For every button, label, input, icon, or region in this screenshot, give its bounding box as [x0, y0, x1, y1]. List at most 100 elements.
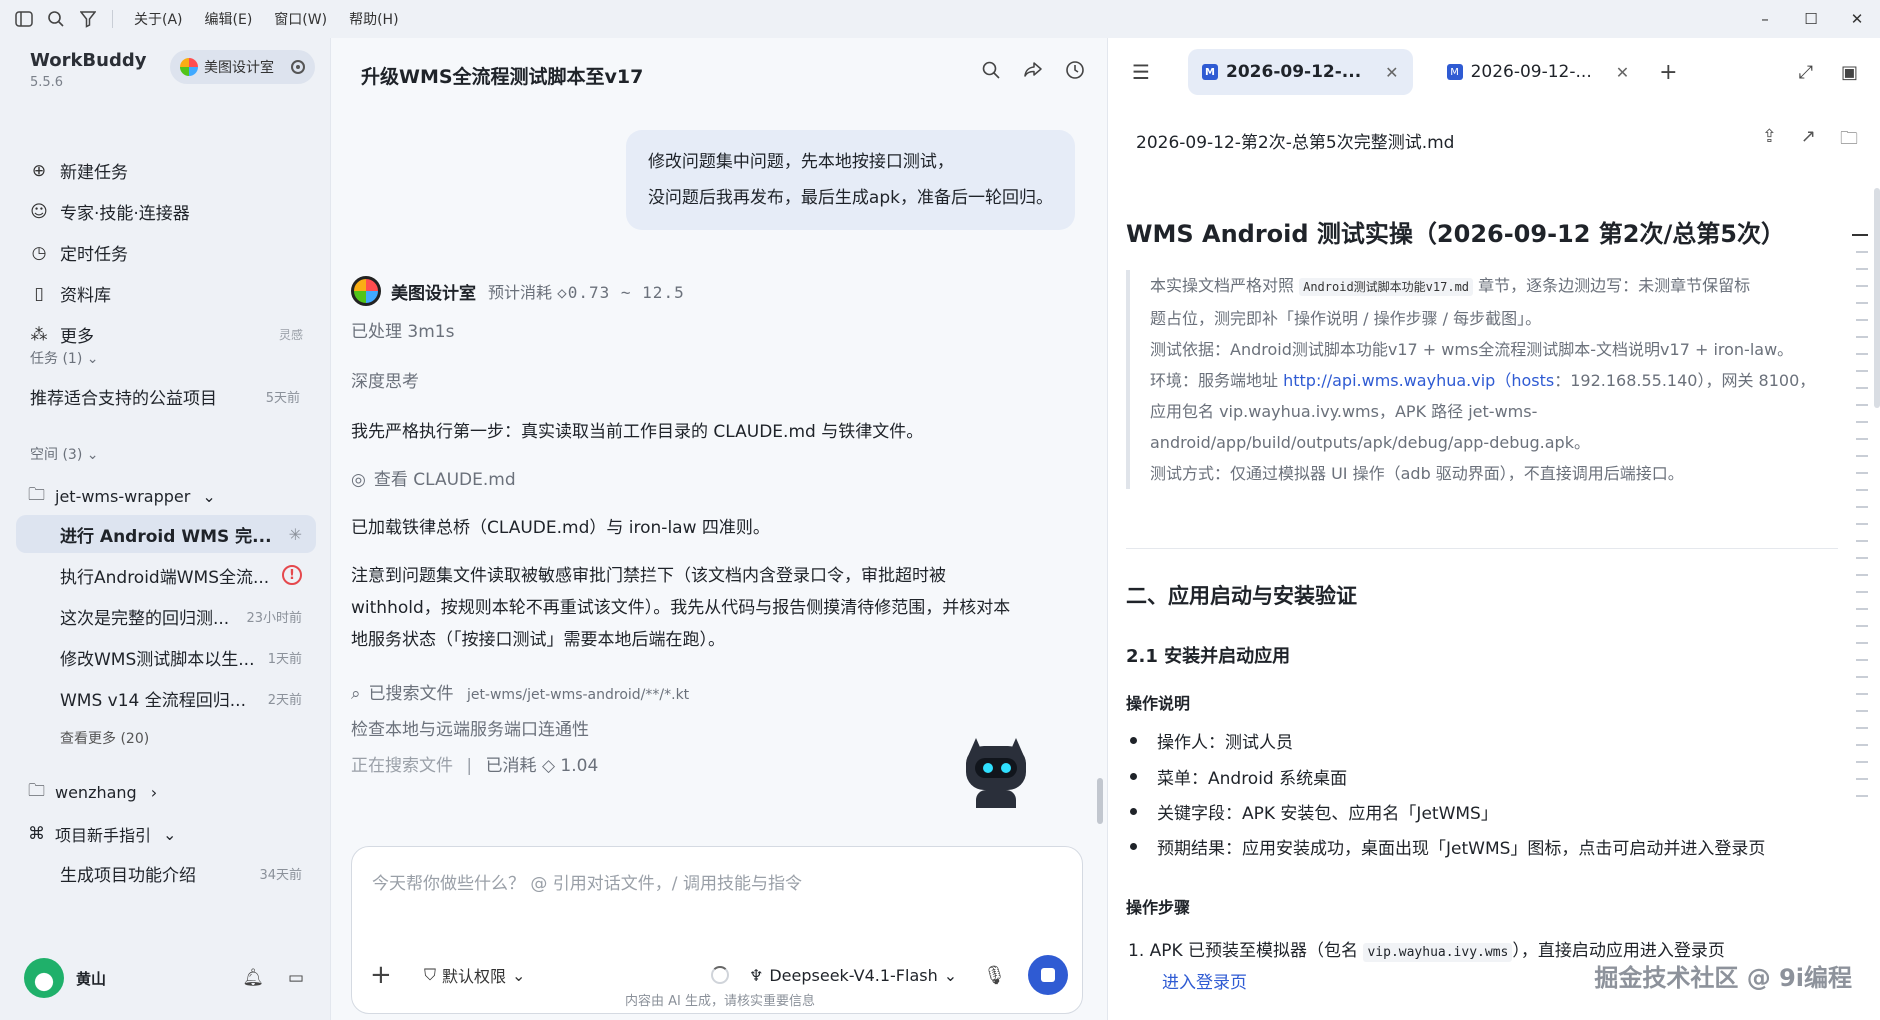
minimap-tick[interactable]	[1856, 472, 1868, 474]
login-page-link[interactable]: 进入登录页	[1162, 968, 1247, 993]
stop-button[interactable]	[1028, 955, 1068, 995]
filter-icon[interactable]	[78, 9, 98, 29]
folder-icon[interactable]: 🗀	[1840, 126, 1858, 156]
menu-window[interactable]: 窗口(W)	[274, 9, 327, 29]
tasks-header[interactable]: 任务 (1) ⌄	[30, 348, 98, 368]
menu-about[interactable]: 关于(A)	[134, 9, 183, 29]
expand-icon[interactable]: ⤢	[1799, 62, 1813, 83]
space-name: jet-wms-wrapper	[55, 487, 191, 506]
bell-icon[interactable]: 🔔︎	[242, 968, 264, 988]
minimap-tick[interactable]	[1856, 455, 1868, 457]
minimap-tick[interactable]	[1856, 438, 1868, 440]
minimap-tick[interactable]	[1856, 489, 1868, 491]
minimap-tick[interactable]	[1856, 727, 1868, 729]
minimap-tick[interactable]	[1856, 353, 1868, 355]
task-item[interactable]: 推荐适合支持的公益项目 5天前	[30, 384, 300, 409]
new-tab-button[interactable]: +	[1659, 60, 1677, 85]
close-button[interactable]: ✕	[1834, 0, 1880, 38]
user-name[interactable]: 黄山	[76, 968, 106, 989]
screen-icon[interactable]: ▭	[288, 968, 304, 988]
share-icon[interactable]	[1023, 60, 1043, 85]
minimap-tick[interactable]	[1856, 574, 1868, 576]
chevron-down-icon: ⌄	[943, 965, 958, 985]
minimap-tick[interactable]	[1856, 404, 1868, 406]
outline-menu-icon[interactable]: ☰	[1132, 60, 1168, 84]
processed-time[interactable]: 已处理 3m1s	[351, 316, 1081, 348]
session-item[interactable]: WMS v14 全流程回归... 2天前	[16, 679, 316, 717]
minimap-tick[interactable]	[1856, 710, 1868, 712]
spaces-header[interactable]: 空间 (3) ⌄	[30, 444, 98, 464]
doc-minimap[interactable]	[1852, 234, 1868, 797]
minimap-tick[interactable]	[1856, 523, 1868, 525]
minimap-tick[interactable]	[1856, 387, 1868, 389]
session-item[interactable]: 这次是完整的回归测... 23小时前	[16, 597, 316, 635]
chat-scrollbar[interactable]	[1097, 778, 1103, 824]
avatar[interactable]	[24, 958, 64, 998]
minimap-tick[interactable]	[1856, 761, 1868, 763]
inspiration-hint[interactable]: 灵感	[279, 326, 303, 343]
minimap-tick[interactable]	[1852, 234, 1868, 236]
minimap-tick[interactable]	[1856, 608, 1868, 610]
doc-scrollbar[interactable]	[1874, 188, 1880, 408]
minimap-tick[interactable]	[1856, 268, 1868, 270]
minimap-tick[interactable]	[1856, 693, 1868, 695]
session-item[interactable]: 生成项目功能介绍 34天前	[16, 854, 316, 892]
nav-scheduled[interactable]: ◷ 定时任务	[28, 232, 303, 273]
minimap-tick[interactable]	[1856, 251, 1868, 253]
history-icon[interactable]	[1065, 60, 1085, 85]
search-icon[interactable]	[46, 9, 66, 29]
session-item[interactable]: 修改WMS测试脚本以生... 1天前	[16, 638, 316, 676]
close-tab-icon[interactable]: ✕	[1616, 63, 1629, 82]
session-item-active[interactable]: 进行 Android WMS 完... ✳	[16, 515, 316, 553]
menu-edit[interactable]: 编辑(E)	[205, 9, 253, 29]
minimap-tick[interactable]	[1856, 795, 1868, 797]
minimap-tick[interactable]	[1856, 540, 1868, 542]
minimap-tick[interactable]	[1856, 778, 1868, 780]
model-selector[interactable]: ♆ Deepseek-V4.1-Flash ⌄	[749, 966, 957, 985]
doc-tab[interactable]: M 2026-09-12-... ✕	[1433, 49, 1644, 95]
minimap-tick[interactable]	[1856, 625, 1868, 627]
minimap-tick[interactable]	[1856, 676, 1868, 678]
space-guide[interactable]: ⌘ 项目新手指引 ⌄	[28, 822, 176, 846]
sidebar-toggle-icon[interactable]	[14, 9, 34, 29]
add-attachment-button[interactable]: +	[370, 960, 400, 990]
minimap-tick[interactable]	[1856, 285, 1868, 287]
minimize-button[interactable]: –	[1742, 0, 1788, 38]
upload-icon[interactable]: ⇪	[1762, 126, 1777, 156]
org-switcher[interactable]: 美图设计室	[170, 50, 315, 84]
menu-help[interactable]: 帮助(H)	[349, 9, 398, 29]
search-icon[interactable]	[981, 60, 1001, 85]
doc-tab-active[interactable]: M 2026-09-12-... ✕	[1188, 49, 1413, 95]
minimap-tick[interactable]	[1856, 557, 1868, 559]
minimap-tick[interactable]	[1856, 506, 1868, 508]
nav-library[interactable]: ▯ 资料库	[28, 273, 303, 314]
view-file-step[interactable]: ◎ 查看 CLAUDE.md	[351, 464, 1081, 496]
minimap-tick[interactable]	[1856, 336, 1868, 338]
minimap-tick[interactable]	[1856, 302, 1868, 304]
side-panel-icon[interactable]: ▣	[1841, 62, 1858, 83]
minimap-tick[interactable]	[1856, 591, 1868, 593]
minimap-tick[interactable]	[1856, 744, 1868, 746]
composer-input[interactable]: 今天帮你做些什么？ @ 引用对话文件，/ 调用技能与指令	[372, 869, 802, 894]
share-icon[interactable]: ↗	[1801, 126, 1816, 156]
close-tab-icon[interactable]: ✕	[1385, 63, 1398, 82]
minimap-tick[interactable]	[1856, 319, 1868, 321]
minimap-tick[interactable]	[1856, 421, 1868, 423]
server-url-link[interactable]: http://api.wms.wayhua.vip（hosts	[1283, 371, 1554, 390]
microphone-icon[interactable]: 🎙︎	[983, 965, 1006, 986]
quote-line: android/app/build/outputs/apk/debug/app-…	[1150, 433, 1590, 452]
minimap-tick[interactable]	[1856, 659, 1868, 661]
deep-thinking-toggle[interactable]: 深度思考	[351, 366, 1081, 398]
nav-new-task[interactable]: ⊕ 新建任务	[28, 150, 303, 191]
minimap-tick[interactable]	[1856, 642, 1868, 644]
minimap-tick[interactable]	[1856, 370, 1868, 372]
space-wenzhang[interactable]: 🗀 wenzhang ›	[28, 778, 157, 807]
nav-experts[interactable]: ☺ 专家·技能·连接器	[28, 191, 303, 232]
session-item[interactable]: 执行Android端WMS全流... !	[16, 556, 316, 594]
space-jet-wms-wrapper[interactable]: 🗀 jet-wms-wrapper ⌄	[28, 482, 216, 511]
search-step[interactable]: ⌕ 已搜索文件 jet-wms/jet-wms-android/**/*.kt	[351, 678, 1081, 711]
maximize-button[interactable]: ☐	[1788, 0, 1834, 38]
view-more-link[interactable]: 查看更多 (20)	[60, 728, 149, 748]
eye-icon: ◎	[351, 470, 366, 490]
permission-dropdown[interactable]: ⛉ 默认权限 ⌄	[424, 963, 525, 987]
